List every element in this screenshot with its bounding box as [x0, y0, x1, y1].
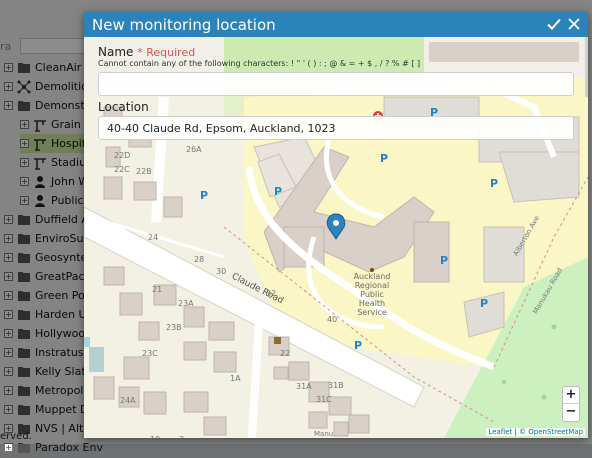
house-number: 1A [230, 374, 241, 383]
map-view[interactable]: Claude Road Auckland Regional Public Health… [84, 37, 588, 438]
name-input[interactable] [98, 72, 574, 96]
parking-icon: P [380, 152, 389, 165]
expand-toggle-icon[interactable]: + [4, 443, 13, 452]
house-number: 23A [178, 299, 194, 308]
zoom-control: + − [562, 386, 580, 422]
house-number: 24A [120, 396, 136, 405]
house-number: 22D [114, 151, 131, 160]
place-label-line: Health [358, 299, 386, 308]
location-input[interactable] [98, 116, 574, 140]
house-number: 22B [136, 167, 152, 176]
parking-icon: P [354, 339, 363, 352]
house-number: 30 [216, 267, 227, 276]
map-canvas [84, 37, 588, 438]
place-label-line: Regional [354, 281, 390, 290]
name-label: Name * Required [98, 45, 195, 59]
house-number: 24 [148, 233, 159, 242]
house-number: 22C [114, 165, 130, 174]
name-label-text: Name [98, 45, 134, 59]
house-number: 2 [179, 435, 184, 438]
zoom-out-button[interactable]: − [563, 404, 579, 421]
house-number: 23B [166, 323, 182, 332]
house-number: 23C [142, 349, 158, 358]
house-number: 31B [328, 381, 344, 390]
confirm-button[interactable] [546, 16, 562, 32]
house-number: 40 [327, 315, 338, 324]
park-area [334, 37, 424, 77]
attribution-separator: | [514, 428, 517, 436]
required-indicator: * Required [137, 46, 196, 59]
house-number: 31C [316, 395, 332, 404]
house-number: 32 [266, 289, 277, 298]
amenity-icon [274, 337, 281, 344]
dialog-header: New monitoring location [84, 12, 588, 37]
checkmark-icon [547, 18, 561, 30]
place-label-line: Public [360, 290, 384, 299]
parking-icon: P [490, 177, 499, 190]
parking-icon: P [274, 185, 283, 198]
house-number: 26A [186, 145, 202, 154]
location-label: Location [98, 100, 149, 114]
parking-icon: P [440, 254, 449, 267]
dialog-scrollbar[interactable] [585, 37, 588, 97]
openstreetmap-link[interactable]: © OpenStreetMap [519, 428, 583, 436]
parking-icon: P [200, 189, 209, 202]
house-number: 19 [150, 435, 160, 438]
place-label-line: Auckland [353, 272, 391, 281]
house-number: 28 [194, 255, 205, 264]
map-attribution: Leaflet | © OpenStreetMap [486, 428, 585, 436]
new-location-dialog: New monitoring location Claude Road Auck… [84, 12, 588, 438]
house-number: 31A [296, 382, 312, 391]
close-button[interactable] [566, 16, 582, 32]
name-hint: Cannot contain any of the following char… [98, 59, 421, 68]
parking-icon: P [480, 297, 489, 310]
house-number: 21 [152, 285, 163, 294]
place-label: Auckland Regional Public Health Service [352, 272, 392, 317]
close-icon [568, 18, 580, 30]
house-number: 22 [280, 349, 291, 358]
zoom-in-button[interactable]: + [563, 387, 579, 404]
dialog-title: New monitoring location [92, 15, 276, 34]
leaflet-link[interactable]: Leaflet [488, 428, 512, 436]
place-label-line: Service [357, 308, 387, 317]
street-label-manu: Manu [314, 430, 334, 438]
